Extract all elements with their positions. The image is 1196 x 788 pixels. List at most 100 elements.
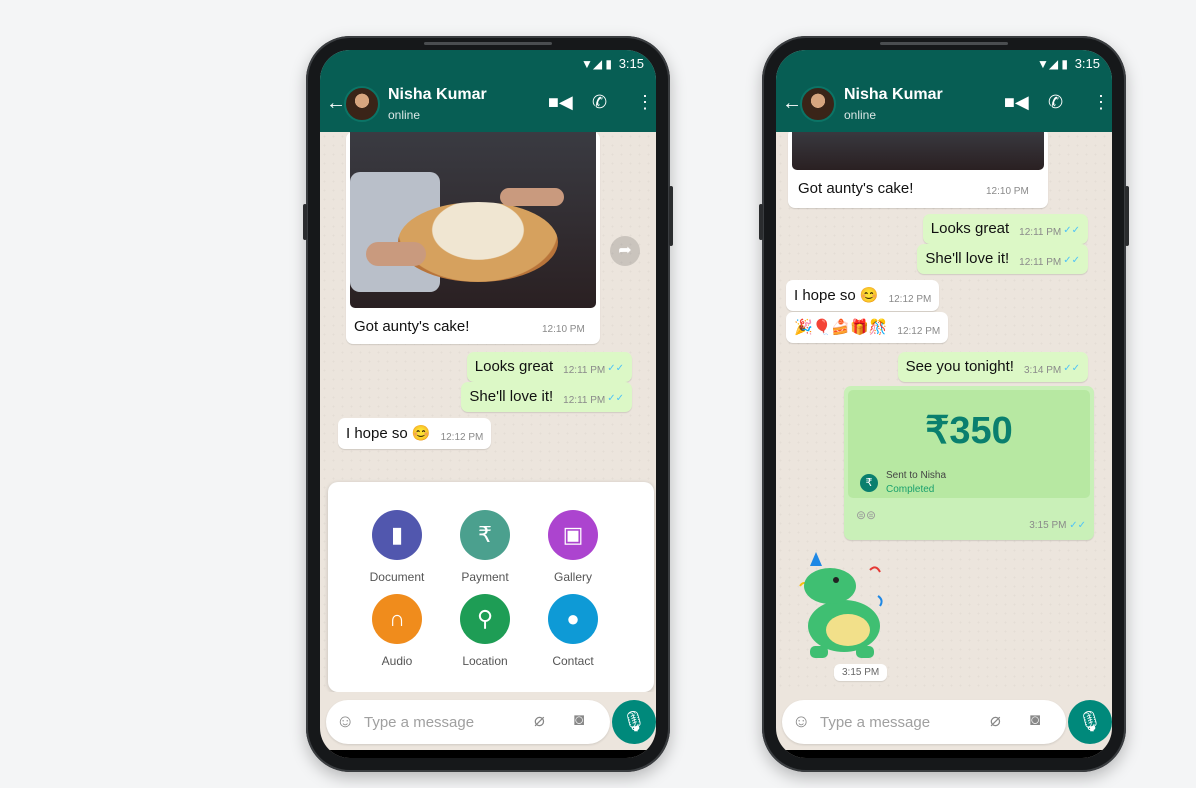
payment-recipient: Sent to Nisha — [886, 470, 947, 481]
double-check-icon: ✓✓ — [1063, 255, 1080, 266]
mic-button[interactable]: 🎙 — [1068, 700, 1112, 744]
avatar[interactable] — [800, 86, 836, 122]
party-hat — [810, 552, 822, 566]
document-icon: ▮ — [372, 510, 422, 560]
back-arrow-icon[interactable]: ← — [782, 92, 802, 115]
payment-message[interactable]: ₹350 ₹ Sent to Nisha Completed ⊜⊜ 3:15 P… — [844, 386, 1094, 540]
message-time: 3:15 PM ✓✓ — [1029, 520, 1086, 531]
status-bar: ▼◢ ▮ 3:15 — [320, 50, 656, 76]
cake-image — [398, 202, 558, 282]
attach-icon[interactable]: ⌀ — [534, 710, 545, 731]
chat-header: ← Nisha Kumar online ■◀ ✆ ⋮ — [776, 76, 1112, 132]
video-call-icon[interactable]: ■◀ — [548, 92, 573, 113]
message-bubble[interactable]: I hope so 😊 12:12 PM — [786, 280, 940, 311]
cake-photo[interactable] — [350, 132, 596, 308]
power-button — [669, 186, 673, 246]
message-text: Looks great — [474, 358, 554, 375]
dino-head — [804, 568, 856, 604]
image-caption: Got aunty's cake! — [354, 318, 470, 335]
attach-audio-button[interactable]: ∩ Audio — [352, 594, 442, 668]
message-composer: ☺ ⌀ ◙ — [326, 700, 610, 744]
emoji-icon[interactable]: ☺ — [336, 711, 354, 732]
attach-payment-button[interactable]: ₹ Payment — [440, 510, 530, 584]
message-bubble[interactable]: She'll love it! 12:11 PM ✓✓ — [917, 244, 1088, 274]
video-call-icon[interactable]: ■◀ — [1004, 92, 1029, 113]
android-nav-bar: ◁ ○ ▢ — [776, 750, 1112, 758]
camera-icon[interactable]: ◙ — [574, 710, 584, 730]
contact-status: online — [388, 108, 421, 122]
message-list[interactable]: Got aunty's cake! 12:10 PM ➦ Looks great… — [320, 132, 656, 692]
more-options-icon[interactable]: ⋮ — [636, 92, 654, 113]
attach-icon[interactable]: ⌀ — [990, 710, 1001, 731]
dino-foot — [856, 646, 874, 658]
dinosaur-sticker[interactable] — [790, 546, 900, 662]
avatar[interactable] — [344, 86, 380, 122]
camera-icon[interactable]: ◙ — [1030, 710, 1040, 730]
message-time: 12:12 PM — [897, 326, 941, 337]
headphones-icon: ∩ — [372, 594, 422, 644]
message-input[interactable] — [820, 708, 980, 736]
message-bubble[interactable]: Looks great 12:11 PM ✓✓ — [922, 214, 1088, 244]
forward-icon[interactable]: ➦ — [610, 236, 640, 266]
double-check-icon: ✓✓ — [607, 363, 624, 374]
payment-card: ₹350 ₹ Sent to Nisha Completed — [848, 390, 1090, 498]
message-time: 12:10 PM — [542, 324, 585, 335]
attach-label: Gallery — [553, 570, 592, 584]
message-time: 12:10 PM — [986, 186, 1029, 197]
message-input[interactable] — [364, 708, 524, 736]
message-time: 12:12 PM — [440, 432, 484, 443]
double-check-icon: ✓✓ — [1063, 363, 1080, 374]
message-bubble[interactable]: 🎉🎈🍰🎁🎊 12:12 PM — [786, 312, 949, 343]
chat-screen: ▼◢ ▮ 3:15 ← Nisha Kumar online ■◀ ✆ ⋮ Go… — [776, 50, 1112, 758]
attach-gallery-button[interactable]: ▣ Gallery — [528, 510, 618, 584]
volume-button — [303, 204, 307, 240]
payment-status: Completed — [886, 484, 935, 495]
attach-label: Location — [462, 654, 508, 668]
message-bubble[interactable]: I hope so 😊 12:12 PM — [338, 418, 492, 449]
microphone-icon: 🎙 — [1077, 711, 1103, 733]
image-message[interactable]: Got aunty's cake! 12:10 PM — [346, 132, 600, 344]
hand — [366, 242, 426, 266]
status-time: 3:15 — [618, 56, 644, 71]
image-message[interactable]: Got aunty's cake! 12:10 PM — [788, 132, 1048, 208]
rupee-icon: ₹ — [860, 474, 878, 492]
message-time: 12:11 PM — [1019, 257, 1062, 268]
voice-call-icon[interactable]: ✆ — [592, 92, 607, 113]
mic-button[interactable]: 🎙 — [612, 700, 656, 744]
attach-label: Contact — [552, 654, 594, 668]
message-bubble[interactable]: See you tonight! 3:14 PM ✓✓ — [897, 352, 1088, 382]
chat-screen: ▼◢ ▮ 3:15 ← Nisha Kumar online ■◀ ✆ ⋮ Go… — [320, 50, 656, 758]
message-bubble[interactable]: Looks great 12:11 PM ✓✓ — [466, 352, 632, 382]
emoji-message: 🎉🎈🍰🎁🎊 — [794, 319, 888, 336]
chat-header: ← Nisha Kumar online ■◀ ✆ ⋮ — [320, 76, 656, 132]
phone-right: ▼◢ ▮ 3:15 ← Nisha Kumar online ■◀ ✆ ⋮ Go… — [759, 36, 1129, 772]
attach-label: Payment — [461, 570, 509, 584]
hand — [500, 188, 564, 206]
attach-label: Document — [369, 570, 425, 584]
back-arrow-icon[interactable]: ← — [326, 92, 346, 115]
message-time: 12:11 PM — [1019, 227, 1062, 238]
contact-name[interactable]: Nisha Kumar — [388, 86, 487, 104]
rupee-icon: ₹ — [460, 510, 510, 560]
message-text: I hope so 😊 — [794, 287, 879, 304]
cake-photo[interactable] — [792, 132, 1044, 170]
voice-call-icon[interactable]: ✆ — [1048, 92, 1063, 113]
message-bubble[interactable]: She'll love it! 12:11 PM ✓✓ — [461, 382, 632, 412]
image-caption: Got aunty's cake! — [798, 180, 914, 197]
double-check-icon: ✓✓ — [1063, 225, 1080, 236]
more-options-icon[interactable]: ⋮ — [1092, 92, 1110, 113]
attach-label: Audio — [381, 654, 413, 668]
attachment-menu: ▮ Document ₹ Payment ▣ Gallery ∩ Audio ⚲ — [328, 482, 654, 692]
dino-foot — [810, 646, 828, 658]
message-time: 12:12 PM — [888, 294, 932, 305]
message-time: 12:11 PM — [563, 365, 606, 376]
attach-contact-button[interactable]: ● Contact — [528, 594, 618, 668]
contact-name[interactable]: Nisha Kumar — [844, 86, 943, 104]
message-text: I hope so 😊 — [346, 425, 431, 442]
attach-location-button[interactable]: ⚲ Location — [440, 594, 530, 668]
attach-document-button[interactable]: ▮ Document — [352, 510, 442, 584]
message-text: See you tonight! — [905, 358, 1014, 375]
emoji-icon[interactable]: ☺ — [792, 711, 810, 732]
location-icon: ⚲ — [460, 594, 510, 644]
message-list[interactable]: Got aunty's cake! 12:10 PM Looks great 12… — [776, 132, 1112, 692]
